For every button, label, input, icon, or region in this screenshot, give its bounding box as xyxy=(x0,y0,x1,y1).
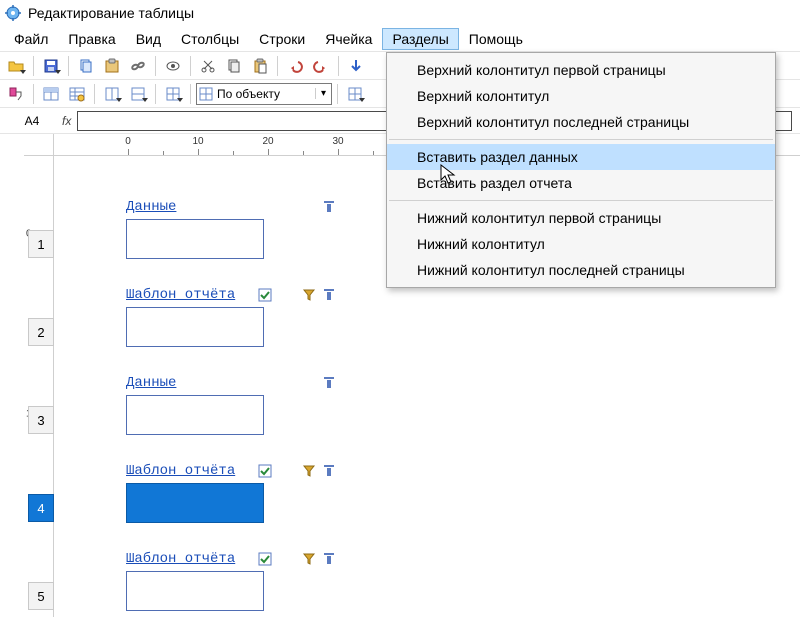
cell-a4[interactable] xyxy=(126,483,264,523)
checkbox-icon[interactable] xyxy=(258,552,272,566)
filter-lightning-icon[interactable] xyxy=(302,552,316,566)
checkbox-icon[interactable] xyxy=(258,464,272,478)
row-header-4[interactable]: 4 xyxy=(28,494,54,522)
dd-footer-first[interactable]: Нижний колонтитул первой страницы xyxy=(387,205,775,231)
move-down-button[interactable] xyxy=(344,54,368,78)
align-top-icon[interactable] xyxy=(322,464,336,478)
menu-rows[interactable]: Строки xyxy=(249,28,315,50)
row-header-3[interactable]: 3 xyxy=(28,406,54,434)
section-data-3[interactable]: Данные xyxy=(126,374,396,435)
paste-tool-button[interactable] xyxy=(100,54,124,78)
redo-button[interactable] xyxy=(309,54,333,78)
section-title[interactable]: Данные xyxy=(126,375,176,391)
window-title: Редактирование таблицы xyxy=(28,5,194,21)
ruler-tick: 20 xyxy=(262,136,273,147)
section-title[interactable]: Шаблон отчёта xyxy=(126,287,235,303)
sections-dropdown: Верхний колонтитул первой страницы Верхн… xyxy=(386,52,776,288)
dd-insert-data-section[interactable]: Вставить раздел данных xyxy=(387,144,775,170)
menu-sections[interactable]: Разделы xyxy=(382,28,458,50)
menu-file[interactable]: Файл xyxy=(4,28,58,50)
cell-a3[interactable] xyxy=(126,395,264,435)
chevron-down-icon: ▾ xyxy=(315,88,331,99)
preview-button[interactable] xyxy=(161,54,185,78)
separator xyxy=(155,56,156,76)
separator xyxy=(190,56,191,76)
section-title[interactable]: Шаблон отчёта xyxy=(126,463,235,479)
separator xyxy=(33,56,34,76)
row-header-2[interactable]: 2 xyxy=(28,318,54,346)
row-header-5[interactable]: 5 xyxy=(28,582,54,610)
cell-reference[interactable]: A4 xyxy=(8,114,56,128)
grid-fit-icon xyxy=(197,87,215,101)
cut-button[interactable] xyxy=(196,54,220,78)
open-button[interactable] xyxy=(4,54,28,78)
clipboard-button[interactable] xyxy=(248,54,272,78)
section-report-5[interactable]: Шаблон отчёта xyxy=(126,550,396,611)
filter-lightning-icon[interactable] xyxy=(302,288,316,302)
gear-icon xyxy=(4,4,22,22)
dropdown-separator xyxy=(389,139,773,140)
titlebar: Редактирование таблицы xyxy=(0,0,800,26)
row-headers: 1 2 3 4 5 xyxy=(0,180,54,617)
row-header-1[interactable]: 1 xyxy=(28,230,54,258)
align-top-icon[interactable] xyxy=(322,288,336,302)
checkbox-icon[interactable] xyxy=(258,288,272,302)
dd-footer[interactable]: Нижний колонтитул xyxy=(387,231,775,257)
table2-button[interactable] xyxy=(65,82,89,106)
undo-button[interactable] xyxy=(283,54,307,78)
link-button[interactable] xyxy=(126,54,150,78)
menu-columns[interactable]: Столбцы xyxy=(171,28,249,50)
filter-lightning-icon[interactable] xyxy=(302,464,316,478)
menu-cell[interactable]: Ячейка xyxy=(315,28,382,50)
dropdown-separator xyxy=(389,200,773,201)
separator xyxy=(190,84,191,104)
separator xyxy=(337,84,338,104)
dd-footer-last[interactable]: Нижний колонтитул последней страницы xyxy=(387,257,775,283)
menu-help[interactable]: Помощь xyxy=(459,28,533,50)
dd-insert-report-section[interactable]: Вставить раздел отчета xyxy=(387,170,775,196)
ruler-tick: 30 xyxy=(332,136,343,147)
grid-b-button[interactable] xyxy=(126,82,150,106)
grid-d-button[interactable] xyxy=(343,82,367,106)
zoom-mode-text: По объекту xyxy=(215,87,315,101)
section-title[interactable]: Данные xyxy=(126,199,176,215)
section-report-2[interactable]: Шаблон отчёта xyxy=(126,286,396,347)
grid-c-button[interactable] xyxy=(161,82,185,106)
menubar: Файл Правка Вид Столбцы Строки Ячейка Ра… xyxy=(0,26,800,52)
table1-button[interactable] xyxy=(39,82,63,106)
ruler-corner xyxy=(24,134,54,156)
copy-tool-button[interactable] xyxy=(74,54,98,78)
align-top-icon[interactable] xyxy=(322,376,336,390)
separator xyxy=(277,56,278,76)
save-button[interactable] xyxy=(39,54,63,78)
section-data-1[interactable]: Данные xyxy=(126,198,396,259)
separator xyxy=(94,84,95,104)
separator xyxy=(155,84,156,104)
paint-button[interactable] xyxy=(4,82,28,106)
section-title[interactable]: Шаблон отчёта xyxy=(126,551,235,567)
menu-view[interactable]: Вид xyxy=(126,28,171,50)
menu-edit[interactable]: Правка xyxy=(58,28,125,50)
ruler-tick: 0 xyxy=(125,136,131,147)
dd-header-last[interactable]: Верхний колонтитул последней страницы xyxy=(387,109,775,135)
separator xyxy=(33,84,34,104)
align-top-icon[interactable] xyxy=(322,552,336,566)
dd-header[interactable]: Верхний колонтитул xyxy=(387,83,775,109)
fx-label[interactable]: fx xyxy=(62,114,71,128)
separator xyxy=(338,56,339,76)
zoom-mode-combobox[interactable]: По объекту ▾ xyxy=(196,83,332,105)
cell-a5[interactable] xyxy=(126,571,264,611)
dd-header-first[interactable]: Верхний колонтитул первой страницы xyxy=(387,57,775,83)
cell-a2[interactable] xyxy=(126,307,264,347)
grid-a-button[interactable] xyxy=(100,82,124,106)
align-top-icon[interactable] xyxy=(322,200,336,214)
cell-a1[interactable] xyxy=(126,219,264,259)
ruler-tick: 10 xyxy=(192,136,203,147)
copy-button[interactable] xyxy=(222,54,246,78)
separator xyxy=(68,56,69,76)
section-report-4[interactable]: Шаблон отчёта xyxy=(126,462,396,523)
